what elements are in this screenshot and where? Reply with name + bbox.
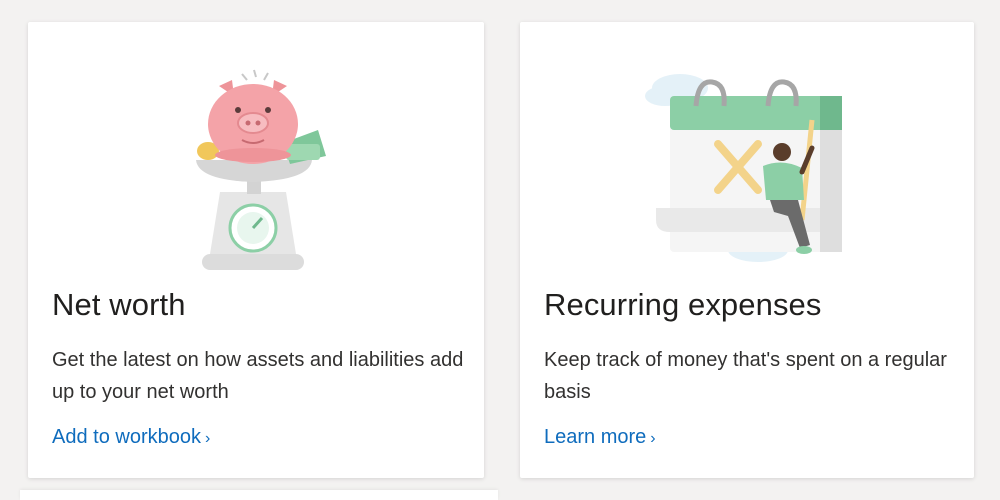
net-worth-card: Net worth Get the latest on how assets a… [28, 22, 484, 478]
piggy-bank-on-scale-icon [196, 69, 326, 270]
link-label: Add to workbook [52, 426, 201, 448]
chevron-right-icon: › [204, 430, 211, 447]
calendar-person-icon [645, 74, 842, 262]
link-label: Learn more [544, 426, 647, 448]
card-description: Get the latest on how assets and liabili… [52, 349, 464, 403]
add-to-workbook-link[interactable]: Add to workbook › [52, 426, 210, 449]
learn-more-link[interactable]: Learn more › [544, 426, 656, 449]
next-card-edge [20, 490, 498, 500]
card-title: Recurring expenses [544, 287, 822, 322]
recurring-expenses-card: Recurring expenses Keep track of money t… [520, 22, 974, 478]
chevron-right-icon: › [650, 430, 656, 447]
card-title: Net worth [52, 287, 186, 322]
card-description: Keep track of money that's spent on a re… [544, 349, 947, 403]
